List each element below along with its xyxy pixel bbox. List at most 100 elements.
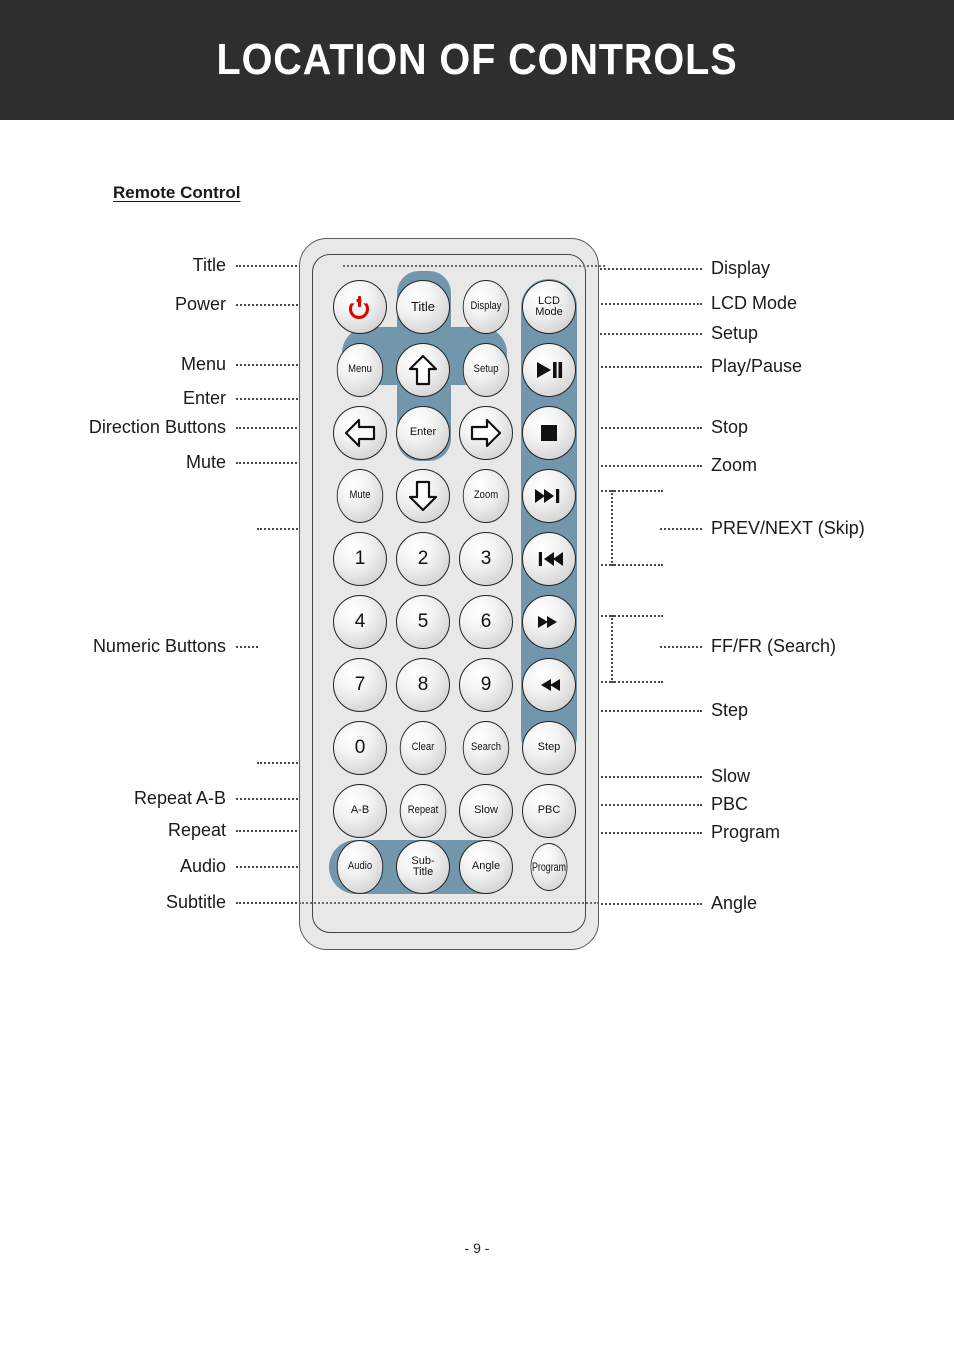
mute-button[interactable]: Mute bbox=[336, 469, 384, 523]
callout-label-angle: Angle bbox=[711, 893, 758, 913]
slow-button[interactable]: Slow bbox=[459, 784, 513, 838]
lcd-mode-button[interactable]: LCD Mode bbox=[522, 280, 576, 334]
clear-button-label: Clear bbox=[411, 741, 435, 754]
play-pause-button[interactable] bbox=[522, 343, 576, 397]
fast-rewind-icon bbox=[541, 679, 560, 691]
leader-line-title bbox=[236, 265, 304, 267]
repeat-button[interactable]: Repeat bbox=[399, 784, 447, 838]
callout-label-zoom: Zoom bbox=[711, 455, 758, 475]
zoom-button-label: Zoom bbox=[473, 489, 499, 502]
angle-button-label: Angle bbox=[471, 860, 501, 873]
numeric-label-2: 2 bbox=[417, 548, 429, 570]
program-button-label: Program bbox=[531, 859, 567, 874]
skip-next-icon bbox=[535, 489, 560, 503]
stop-button[interactable] bbox=[522, 406, 576, 460]
subtitle-label-line2: Title bbox=[412, 866, 434, 878]
numeric-button-1[interactable]: 1 bbox=[333, 532, 387, 586]
numeric-button-3[interactable]: 3 bbox=[459, 532, 513, 586]
direction-left-button[interactable] bbox=[333, 406, 387, 460]
play-pause-icon bbox=[537, 362, 563, 378]
setup-button-label: Setup bbox=[473, 363, 499, 376]
numeric-button-8[interactable]: 8 bbox=[396, 658, 450, 712]
skip-prev-icon bbox=[538, 552, 563, 566]
callout-label-title: Title bbox=[192, 255, 226, 275]
program-button[interactable]: Program bbox=[530, 843, 568, 891]
numeric-label-9: 9 bbox=[480, 674, 492, 696]
callout-label-power: Power bbox=[174, 294, 226, 314]
callout-label-numeric-buttons: Numeric Buttons bbox=[92, 636, 226, 656]
fast-rewind-button[interactable] bbox=[522, 658, 576, 712]
callout-label-prev-next: PREV/NEXT (Skip) bbox=[711, 518, 865, 538]
step-button-label: Step bbox=[537, 741, 561, 754]
page-title: LOCATION OF CONTROLS bbox=[216, 35, 738, 84]
angle-button[interactable]: Angle bbox=[459, 840, 513, 894]
numeric-button-9[interactable]: 9 bbox=[459, 658, 513, 712]
pbc-button[interactable]: PBC bbox=[522, 784, 576, 838]
callout-label-stop: Stop bbox=[711, 417, 749, 437]
leader-line-program bbox=[590, 832, 702, 834]
arrow-right-icon bbox=[470, 418, 502, 448]
direction-right-button[interactable] bbox=[459, 406, 513, 460]
stop-icon bbox=[541, 425, 557, 441]
enter-button[interactable]: Enter bbox=[396, 406, 450, 460]
callout-label-step: Step bbox=[711, 700, 749, 720]
fast-forward-icon bbox=[538, 616, 557, 628]
callout-label-setup: Setup bbox=[711, 323, 759, 343]
arrow-left-icon bbox=[344, 418, 376, 448]
direction-down-button[interactable] bbox=[396, 469, 450, 523]
numeric-button-7[interactable]: 7 bbox=[333, 658, 387, 712]
callout-label-mute: Mute bbox=[185, 452, 226, 472]
page-number: - 9 - bbox=[464, 1240, 490, 1256]
fast-forward-button[interactable] bbox=[522, 595, 576, 649]
menu-button[interactable]: Menu bbox=[336, 343, 384, 397]
title-button-label: Title bbox=[410, 299, 436, 315]
numeric-button-5[interactable]: 5 bbox=[396, 595, 450, 649]
callout-label-direction-buttons: Direction Buttons bbox=[88, 417, 226, 437]
numeric-label-4: 4 bbox=[354, 611, 366, 633]
callout-label-menu: Menu bbox=[180, 354, 226, 374]
bracket-ff-fr bbox=[611, 615, 663, 683]
audio-button[interactable]: Audio bbox=[336, 840, 384, 894]
callout-label-ff-fr: FF/FR (Search) bbox=[711, 636, 837, 656]
bracket-numeric-buttons bbox=[257, 528, 305, 764]
pbc-button-label: PBC bbox=[537, 804, 561, 817]
direction-up-button[interactable] bbox=[396, 343, 450, 397]
skip-prev-button[interactable] bbox=[522, 532, 576, 586]
repeat-ab-button[interactable]: A-B bbox=[333, 784, 387, 838]
numeric-label-6: 6 bbox=[480, 611, 492, 633]
clear-button[interactable]: Clear bbox=[399, 721, 447, 775]
skip-next-button[interactable] bbox=[522, 469, 576, 523]
title-button[interactable]: Title bbox=[396, 280, 450, 334]
lcd-mode-label-line2: Mode bbox=[535, 306, 563, 318]
leader-line-angle bbox=[590, 903, 702, 905]
callout-label-play-pause: Play/Pause bbox=[711, 356, 803, 376]
power-button[interactable] bbox=[333, 280, 387, 334]
repeat-ab-label: A-B bbox=[350, 804, 370, 817]
leader-line-numeric-buttons bbox=[236, 646, 258, 648]
setup-button[interactable]: Setup bbox=[462, 343, 510, 397]
arrow-down-icon bbox=[408, 480, 438, 512]
zoom-button[interactable]: Zoom bbox=[462, 469, 510, 523]
display-button[interactable]: Display bbox=[462, 280, 510, 334]
step-button[interactable]: Step bbox=[522, 721, 576, 775]
leader-line-top-rail bbox=[343, 265, 605, 267]
repeat-button-label: Repeat bbox=[407, 804, 439, 817]
numeric-label-0: 0 bbox=[354, 737, 366, 759]
search-button[interactable]: Search bbox=[462, 721, 510, 775]
mute-button-label: Mute bbox=[349, 489, 371, 502]
numeric-button-4[interactable]: 4 bbox=[333, 595, 387, 649]
display-button-label: Display bbox=[470, 300, 502, 313]
leader-line-ff-fr bbox=[660, 646, 702, 648]
numeric-label-1: 1 bbox=[354, 548, 366, 570]
numeric-button-2[interactable]: 2 bbox=[396, 532, 450, 586]
numeric-button-6[interactable]: 6 bbox=[459, 595, 513, 649]
callout-label-lcd-mode: LCD Mode bbox=[711, 293, 798, 313]
audio-button-label: Audio bbox=[347, 860, 373, 873]
callout-label-pbc: PBC bbox=[711, 794, 749, 814]
numeric-button-0[interactable]: 0 bbox=[333, 721, 387, 775]
subtitle-button[interactable]: Sub- Title bbox=[396, 840, 450, 894]
callout-label-enter: Enter bbox=[182, 388, 226, 408]
power-icon bbox=[349, 296, 371, 319]
leader-line-bottom-rail bbox=[299, 902, 599, 904]
numeric-label-8: 8 bbox=[417, 674, 429, 696]
